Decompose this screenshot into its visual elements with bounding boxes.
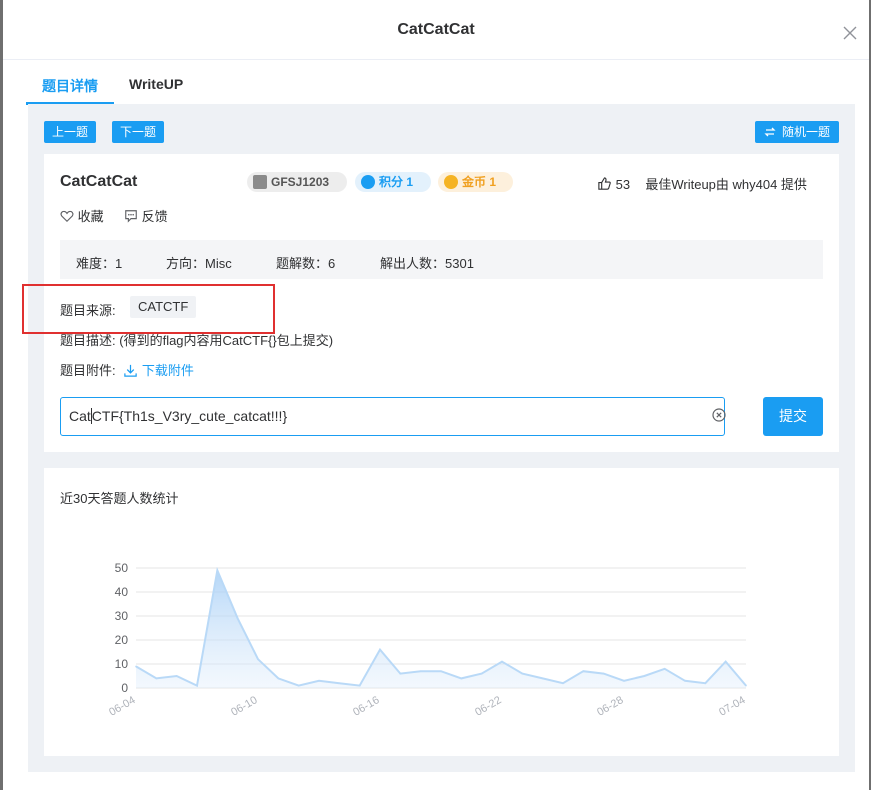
stats-chart-card: 近30天答题人数统计 0 10 20 30 40 50 06-04 06-10 06-16 06-… [44,468,839,756]
data-point [562,682,564,684]
comment-icon [125,210,137,223]
data-point [623,680,625,682]
feedback-label: 反馈 [141,209,168,224]
attachment-row: 题目附件: 下载附件 [60,360,194,379]
download-icon [124,364,137,377]
data-point [379,648,381,651]
y-tick-label: 40 [115,585,129,599]
data-point [501,660,503,663]
data-point [277,677,280,680]
download-label: 下载附件 [141,363,194,378]
data-point [155,677,158,680]
data-point [602,672,605,675]
challenge-id-text: GFSJ1203 [271,175,330,189]
data-point [318,680,320,682]
feedback-button[interactable]: 反馈 [124,206,168,225]
data-point [704,682,707,684]
direction-stat: 方向：Misc [166,256,232,271]
y-tick-label: 10 [115,657,129,671]
x-tick-label: 06-28 [595,694,625,718]
data-point [358,684,361,687]
data-point [399,672,402,675]
qr-icon [253,175,267,189]
coin-badge: 金币 1 [438,172,513,192]
data-point [216,569,219,572]
data-point [196,684,198,687]
data-point [521,672,524,675]
tab-details[interactable]: 题目详情 [42,76,98,96]
x-tick-label: 06-16 [351,694,381,718]
data-point [582,670,585,672]
content-panel: 上一题 下一题 随机一题 CatCatCat GFSJ1203 积分 1 金币 … [28,104,855,772]
data-point [236,617,239,620]
swap-icon [764,127,776,137]
data-point [724,660,727,663]
challenge-dialog: CatCatCat 题目详情 WriteUP 上一题 下一题 随机一题 CatC… [3,0,869,790]
gem-icon [361,175,375,189]
stats-bar: 难度：1 方向：Misc 题解数：6 解出人数：5301 [60,240,823,279]
solves-area-chart: 0 10 20 30 40 50 06-04 06-10 06-16 06-22 06-28 07-0… [107,561,747,719]
score-text: 积分 1 [379,175,414,189]
data-point [663,668,666,670]
heart-icon [60,210,74,223]
data-point [175,675,178,677]
description-text: (得到的flag内容用CatCTF{}包上提交) [119,333,334,348]
x-tick-label: 06-22 [473,694,503,718]
data-point [460,677,463,680]
clear-icon[interactable] [711,407,727,423]
download-link[interactable]: 下载附件 [123,363,194,378]
data-point [541,677,544,680]
challenge-id-badge: GFSJ1203 [247,172,347,192]
flag-input[interactable]: CatCTF{Th1s_V3ry_cute_catcat!!!} [60,397,725,436]
close-icon[interactable] [842,25,858,41]
attachment-label: 题目附件: [60,363,116,378]
favorite-button[interactable]: 收藏 [60,206,104,225]
writeup-meta: 53 最佳Writeup由 why404 提供 [597,174,807,193]
likes-count: 53 [615,177,631,192]
random-challenge-label: 随机一题 [781,125,830,139]
description-row: 题目描述: (得到的flag内容用CatCTF{}包上提交) [60,330,333,349]
y-tick-label: 30 [115,609,129,623]
data-point [135,665,137,668]
x-tick-label: 06-04 [107,694,137,718]
coin-text: 金币 1 [462,175,497,189]
favorite-label: 收藏 [77,209,104,224]
random-challenge-button[interactable]: 随机一题 [755,121,839,143]
solvers-stat: 解出人数：5301 [380,256,474,271]
x-tick-label: 07-04 [717,694,747,718]
data-point [643,675,646,677]
data-point [480,672,483,675]
data-point [684,680,686,682]
next-challenge-button[interactable]: 下一题 [112,121,164,143]
description-label: 题目描述: [60,333,116,348]
coin-icon [444,175,458,189]
x-tick-label: 06-10 [229,694,259,718]
dialog-header: CatCatCat [3,0,869,60]
submit-button[interactable]: 提交 [763,397,823,436]
prev-challenge-button[interactable]: 上一题 [44,121,96,143]
tab-bar: 题目详情 WriteUP [26,60,846,105]
writeups-stat: 题解数：6 [276,256,336,271]
dialog-title: CatCatCat [397,21,475,38]
flag-value-prefix: Cat [69,408,91,424]
y-tick-label: 0 [121,681,128,695]
data-point [745,684,747,687]
source-tag: CATCTF [130,296,197,318]
data-point [297,684,300,687]
tab-writeup[interactable]: WriteUP [129,76,183,92]
challenge-info-card: CatCatCat GFSJ1203 积分 1 金币 1 53 最佳Writeu… [44,154,839,452]
data-point [257,658,259,660]
score-badge: 积分 1 [355,172,431,192]
flag-value-rest: CTF{Th1s_V3ry_cute_catcat!!!} [91,408,288,424]
data-point [338,682,341,684]
difficulty-stat: 难度：1 [76,256,123,271]
y-tick-label: 50 [115,561,129,575]
best-writeup-text[interactable]: 最佳Writeup由 why404 提供 [645,177,807,192]
challenge-name: CatCatCat [60,173,138,190]
thumbs-up-icon[interactable] [597,176,612,191]
data-point [440,670,442,672]
data-point [419,670,422,672]
source-label: 题目来源: [60,303,116,318]
y-tick-label: 20 [115,633,129,647]
